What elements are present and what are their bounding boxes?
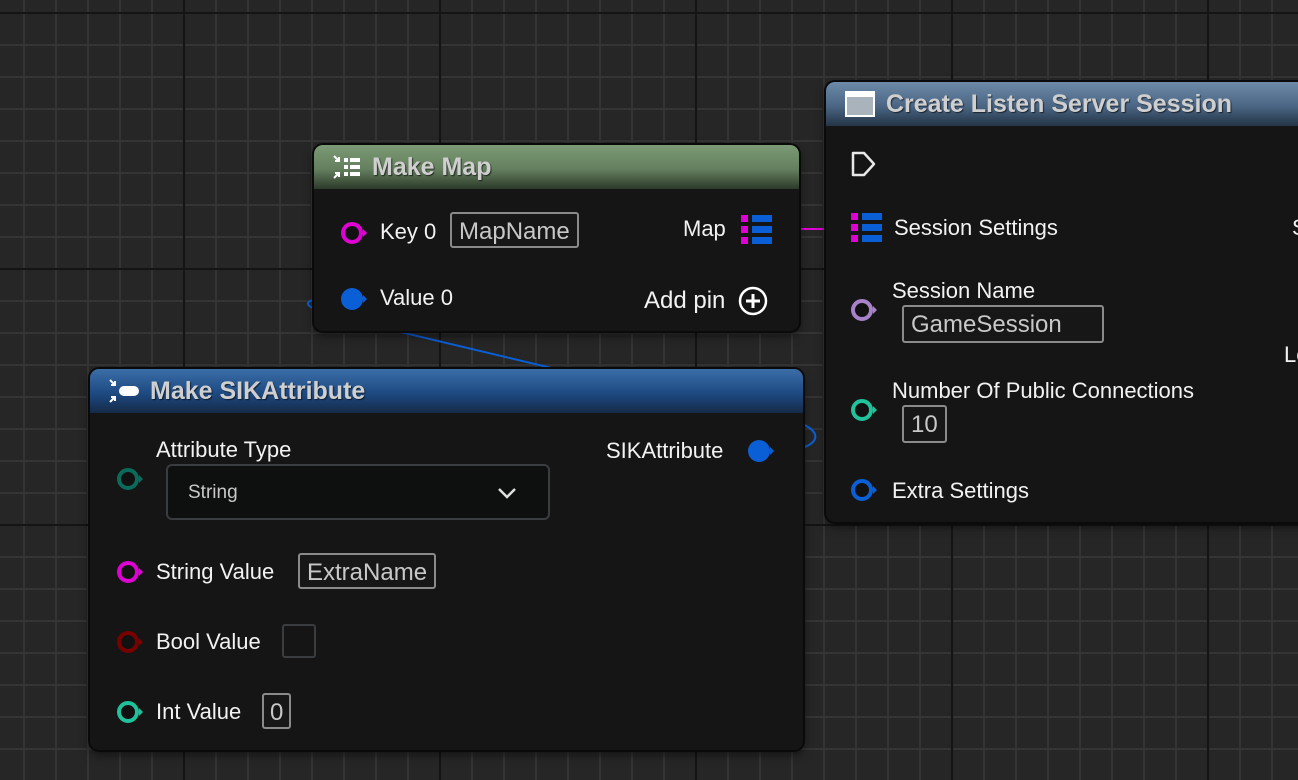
add-pin-button[interactable]: Add pin bbox=[644, 285, 769, 317]
chevron-down-icon bbox=[498, 488, 516, 499]
attribute-type-enum-pin[interactable] bbox=[116, 467, 146, 491]
map-output-label: Map bbox=[683, 216, 726, 241]
map-node-icon bbox=[332, 154, 362, 180]
create-listen-server-session-node[interactable]: Create Listen Server Session Session Set… bbox=[826, 82, 1298, 522]
attribute-type-label: Attribute Type bbox=[156, 437, 292, 462]
exec-input-pin[interactable] bbox=[850, 150, 880, 180]
session-settings-map-pin[interactable] bbox=[850, 212, 884, 244]
create-session-title: Create Listen Server Session bbox=[886, 89, 1232, 118]
make-map-header[interactable]: Make Map bbox=[314, 145, 799, 189]
struct-make-icon bbox=[108, 378, 140, 404]
string-value-input[interactable]: ExtraName bbox=[298, 553, 437, 589]
session-name-pin[interactable] bbox=[850, 298, 880, 322]
session-name-label: Session Name bbox=[892, 278, 1036, 303]
attribute-type-value: String bbox=[188, 482, 238, 503]
key-string-pin[interactable] bbox=[340, 221, 370, 245]
string-value-label: String Value bbox=[156, 559, 275, 584]
attribute-type-dropdown[interactable]: String bbox=[166, 464, 550, 520]
value-struct-pin[interactable] bbox=[340, 287, 370, 311]
add-pin-label: Add pin bbox=[644, 287, 726, 314]
bool-value-checkbox[interactable] bbox=[282, 624, 316, 658]
bool-value-label: Bool Value bbox=[156, 629, 261, 654]
sikattribute-output-label: SIKAttribute bbox=[606, 438, 724, 463]
bool-value-pin[interactable] bbox=[116, 630, 146, 654]
extra-settings-label: Extra Settings bbox=[892, 478, 1029, 503]
int-value-input[interactable]: 0 bbox=[262, 693, 292, 729]
make-sikattribute-node[interactable]: Make SIKAttribute Attribute Type String … bbox=[90, 369, 803, 750]
key-0-input[interactable]: MapName bbox=[450, 212, 579, 248]
make-sikattribute-title: Make SIKAttribute bbox=[150, 376, 366, 405]
make-sikattribute-header[interactable]: Make SIKAttribute bbox=[90, 369, 803, 413]
public-connections-label: Number Of Public Connections bbox=[892, 378, 1195, 403]
value-0-label: Value 0 bbox=[380, 285, 453, 310]
string-value-pin[interactable] bbox=[116, 560, 146, 584]
int-value-label: Int Value bbox=[156, 699, 242, 724]
make-map-title: Make Map bbox=[372, 152, 492, 181]
function-node-icon bbox=[844, 90, 876, 118]
make-map-node[interactable]: Make Map Key 0 MapName Map Value 0 Add p… bbox=[314, 145, 799, 331]
create-session-header[interactable]: Create Listen Server Session bbox=[826, 82, 1298, 126]
public-connections-pin[interactable] bbox=[850, 398, 880, 422]
sikattribute-output-pin[interactable] bbox=[746, 439, 778, 463]
key-0-label: Key 0 bbox=[380, 219, 437, 244]
right-output-label-truncated: S bbox=[1292, 215, 1298, 241]
session-settings-label: Session Settings bbox=[894, 215, 1058, 240]
map-output-pin[interactable] bbox=[740, 214, 774, 246]
public-connections-input[interactable]: 10 bbox=[902, 405, 947, 443]
session-name-input[interactable]: GameSession bbox=[902, 305, 1104, 343]
right-output-label-truncated-2: Le bbox=[1284, 342, 1298, 367]
int-value-pin[interactable] bbox=[116, 700, 146, 724]
extra-settings-pin[interactable] bbox=[850, 478, 880, 502]
plus-circle-icon bbox=[739, 286, 768, 316]
